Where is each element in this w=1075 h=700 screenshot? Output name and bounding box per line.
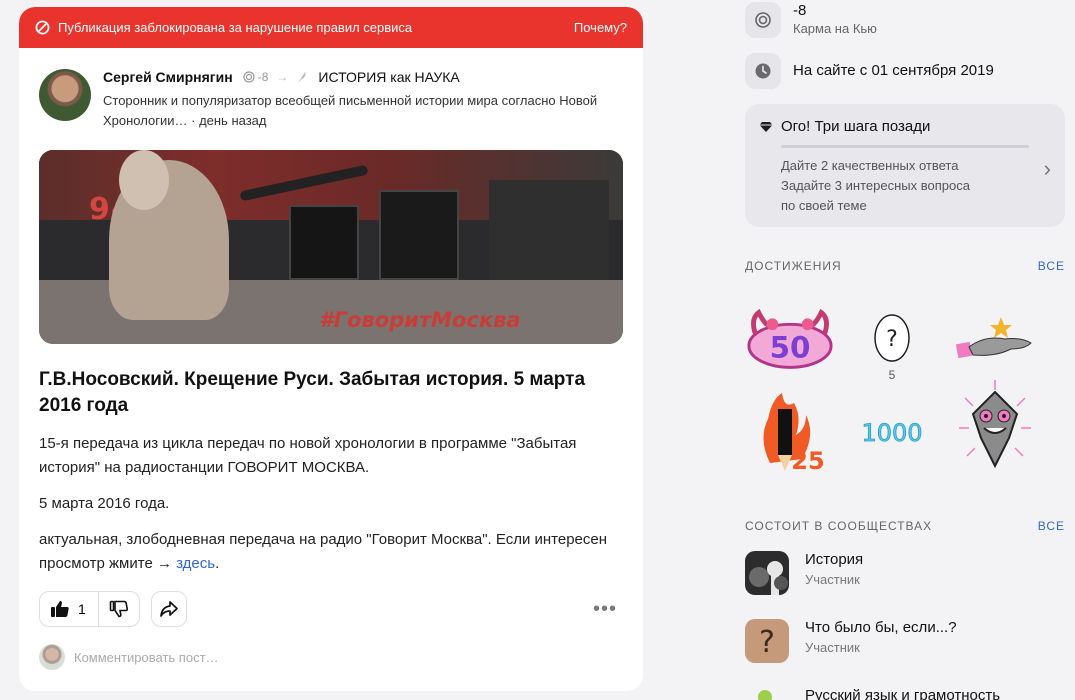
like-button[interactable]: 1: [40, 592, 99, 626]
karma-stat-icon: [745, 2, 781, 38]
achievements-all-link[interactable]: ВСЕ: [1038, 259, 1065, 273]
community-avatar-history: [745, 551, 789, 595]
share-button[interactable]: [150, 591, 187, 627]
tip-title: Ого! Три шага позади: [781, 118, 931, 135]
author-description-text: Сторонник и популяризатор всеобщей письм…: [103, 93, 598, 128]
feather-icon: [298, 72, 306, 83]
post-title[interactable]: Г.В.Носовский. Крещение Руси. Забытая ис…: [39, 367, 623, 419]
author-description: Сторонник и популяризатор всеобщей письм…: [103, 93, 598, 128]
community-link[interactable]: ИСТОРИЯ как НАУКА: [318, 69, 459, 85]
community-avatar-what-if: ?: [745, 619, 789, 663]
community-item-russian[interactable]: Русский язык и грамотность: [745, 687, 1000, 700]
tip-line-1: Дайте 2 качественных ответа: [781, 158, 959, 173]
achievements-header: ДОСТИЖЕНИЯ ВСЕ: [745, 259, 1065, 273]
communities-header: СОСТОИТ В СООБЩЕСТВАХ ВСЕ: [745, 519, 1065, 533]
community-name: Что было бы, если...?: [805, 619, 957, 636]
video-preview[interactable]: 94.8 fm #ГоворитМосква: [39, 150, 623, 344]
hand-star-icon: [955, 317, 1032, 359]
ban-icon: [35, 20, 50, 35]
like-count: 1: [78, 601, 86, 617]
egg-icon: ?: [874, 314, 910, 362]
onboarding-tip-card[interactable]: Ого! Три шага позади Дайте 2 качественны…: [745, 104, 1065, 227]
post-paragraph-3: актуальная, злободневная передача на рад…: [39, 531, 608, 572]
post-link[interactable]: здесь: [176, 555, 215, 572]
karma-icon: [243, 71, 255, 83]
community-role: Участник: [805, 572, 860, 587]
tip-line-2: Задайте 3 интересных вопроса: [781, 178, 970, 193]
chevron-right-icon: ›: [1043, 156, 1051, 181]
post-actions: 1 •••: [39, 591, 623, 627]
tip-line-3: по своей теме: [781, 198, 867, 213]
post-timestamp[interactable]: день назад: [199, 113, 266, 128]
post-paragraph-2: 5 марта 2016 года.: [39, 495, 170, 512]
community-name: История: [805, 551, 864, 568]
preview-banner: #ГоворитМосква: [319, 308, 521, 332]
post-card: Публикация заблокирована за нарушение пр…: [19, 7, 643, 691]
vote-group: 1: [39, 591, 140, 627]
karma-value: -8: [793, 2, 807, 19]
karma-label: Карма на Кью: [793, 21, 877, 36]
badge-1000-icon: 1000: [861, 419, 923, 448]
achievements-heading: ДОСТИЖЕНИЯ: [745, 259, 842, 273]
share-icon: [159, 601, 178, 617]
badge-25-label: 25: [791, 447, 824, 475]
author-avatar[interactable]: [39, 69, 91, 121]
badge-creature[interactable]: [950, 380, 1040, 469]
badge-25-icon: 25: [763, 393, 825, 475]
blocked-banner: Публикация заблокирована за нарушение пр…: [19, 7, 643, 48]
dislike-button[interactable]: [99, 592, 139, 626]
post-body: 15-я передача из цикла передач по новой …: [39, 432, 623, 588]
thumbs-up-icon: [51, 601, 69, 617]
blocked-text: Публикация заблокирована за нарушение пр…: [58, 20, 413, 35]
communities-heading: СОСТОИТ В СООБЩЕСТВАХ: [745, 519, 933, 533]
post-paragraph-1: 15-я передача из цикла передач по новой …: [39, 435, 577, 476]
post-author: Сергей Смирнягин -8 → ИСТОРИЯ как НАУКА …: [39, 69, 623, 133]
member-since-text: На сайте с 01 сентября 2019: [793, 62, 994, 79]
badge-50-icon: 50: [747, 308, 833, 369]
diamond-icon: [759, 121, 773, 132]
clock-icon: [745, 53, 781, 89]
comment-input[interactable]: Комментировать пост…: [74, 650, 219, 665]
badge-1000[interactable]: 1000: [847, 392, 937, 472]
community-role: Участник: [805, 640, 860, 655]
badge-hand-star[interactable]: [950, 298, 1040, 378]
badge-50[interactable]: 50: [745, 298, 835, 378]
svg-text:?: ?: [759, 625, 775, 660]
more-options-icon[interactable]: •••: [593, 598, 623, 621]
karma-stat: -8 Карма на Кью: [745, 2, 877, 38]
author-name[interactable]: Сергей Смирнягин: [103, 69, 233, 85]
svg-text:?: ?: [886, 327, 898, 352]
badge-egg-count: 5: [888, 368, 896, 382]
community-item-history[interactable]: История Участник: [745, 551, 863, 595]
community-item-what-if[interactable]: ? Что было бы, если...? Участник: [745, 619, 957, 663]
badge-50-label: 50: [770, 331, 811, 365]
thumbs-down-icon: [109, 600, 128, 618]
badge-egg[interactable]: ? 5: [847, 298, 937, 382]
tip-progress-bar: [781, 145, 1029, 148]
communities-all-link[interactable]: ВСЕ: [1038, 519, 1065, 533]
why-link[interactable]: Почему?: [574, 20, 627, 35]
badge-25[interactable]: 25: [745, 392, 835, 475]
author-karma-value: -8: [257, 70, 269, 84]
community-avatar-russian: [745, 687, 789, 700]
author-line: Сергей Смирнягин -8 → ИСТОРИЯ как НАУКА: [103, 69, 460, 85]
author-karma: -8: [243, 70, 269, 84]
arrow-right-icon: →: [276, 70, 289, 84]
badge-1000-label: 1000: [861, 419, 922, 447]
community-name: Русский язык и грамотность: [805, 687, 1001, 700]
comment-box[interactable]: Комментировать пост…: [39, 644, 219, 670]
comment-avatar: [39, 644, 65, 670]
creature-icon: [959, 380, 1031, 469]
member-since-stat: На сайте с 01 сентября 2019: [745, 53, 994, 89]
